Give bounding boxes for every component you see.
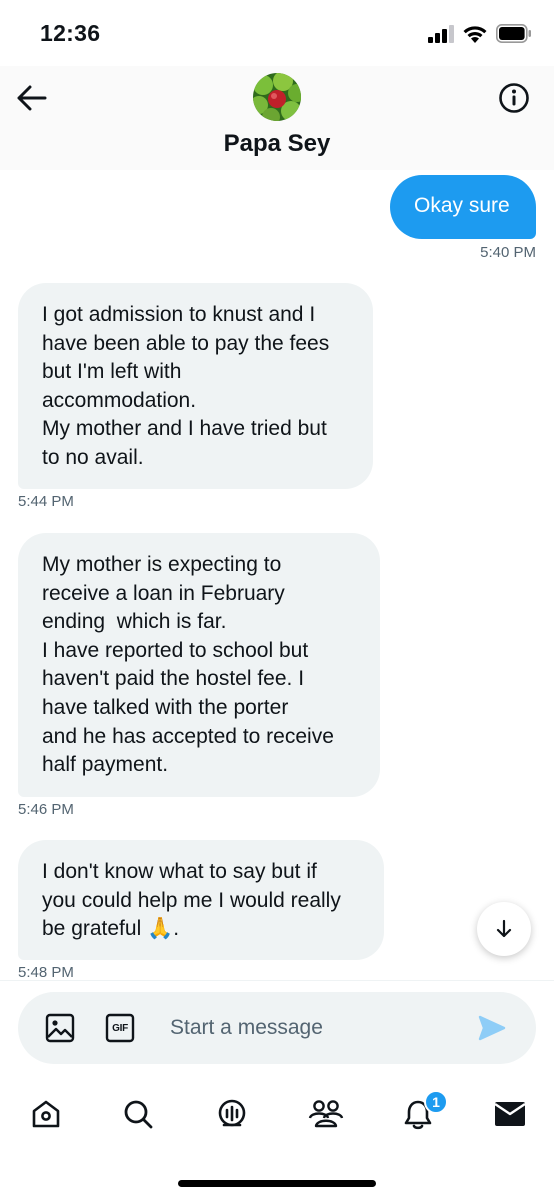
message-input[interactable] <box>170 1012 460 1044</box>
message-bubble-outgoing[interactable]: Okay sure <box>390 175 536 239</box>
message-timestamp: 5:44 PM <box>18 493 74 510</box>
cellular-signal-icon <box>428 24 454 48</box>
composer-divider <box>0 980 554 981</box>
bottom-navigation: 1 <box>0 1082 554 1146</box>
spaces-icon <box>218 1099 246 1127</box>
message-line: have been able to pay the fees <box>42 331 330 355</box>
image-button[interactable] <box>42 1010 78 1046</box>
message-line: but I'm left with <box>42 360 182 384</box>
scroll-to-bottom-button[interactable] <box>477 902 531 956</box>
conversation-header: Papa Sey <box>0 66 554 170</box>
message-line: My mother and I have tried but <box>42 417 327 441</box>
message-line: I have reported to school but <box>42 638 309 662</box>
communities-icon <box>308 1100 344 1128</box>
message-bubble-incoming[interactable]: My mother is expecting to receive a loan… <box>18 533 380 797</box>
send-icon <box>478 1015 506 1041</box>
message-line: to no avail. <box>42 445 144 469</box>
message-text: Okay sure <box>414 194 510 217</box>
avatar[interactable] <box>253 73 301 121</box>
contact-name[interactable]: Papa Sey <box>0 130 554 158</box>
home-icon <box>32 1100 60 1128</box>
info-button[interactable] <box>496 80 532 116</box>
back-arrow-icon <box>17 85 47 111</box>
message-line: I got admission to knust and I <box>42 303 316 326</box>
nav-search[interactable] <box>118 1094 158 1134</box>
message-line: receive a loan in February <box>42 581 285 605</box>
message-timestamp: 5:46 PM <box>18 801 74 818</box>
message-line: have talked with the porter <box>42 695 289 719</box>
message-line: and he has accepted to receive <box>42 724 334 748</box>
message-timestamp: 5:48 PM <box>18 964 74 981</box>
message-bubble-incoming[interactable]: I got admission to knust and I have been… <box>18 283 373 489</box>
message-line: I don't know what to say but if <box>42 860 317 883</box>
gif-label: GIF <box>112 1022 128 1034</box>
message-composer: GIF <box>18 992 536 1064</box>
back-button[interactable] <box>14 80 50 116</box>
message-bubble-incoming[interactable]: I don't know what to say but if you coul… <box>18 840 384 960</box>
status-bar: 12:36 <box>0 0 554 66</box>
gif-button[interactable]: GIF <box>102 1010 138 1046</box>
arrow-down-icon <box>496 919 512 938</box>
message-line: you could help me I would really <box>42 888 341 912</box>
message-timestamp: 5:40 PM <box>480 244 536 261</box>
message-line: haven't paid the hostel fee. I <box>42 667 305 691</box>
nav-messages[interactable] <box>490 1094 530 1134</box>
image-icon <box>45 1013 75 1043</box>
info-icon <box>499 83 529 113</box>
send-button[interactable] <box>474 1010 510 1046</box>
message-line: half payment. <box>42 753 169 777</box>
mail-icon <box>494 1102 526 1126</box>
status-time: 12:36 <box>40 20 101 46</box>
search-icon <box>124 1100 153 1129</box>
battery-icon <box>496 24 532 48</box>
nav-communities[interactable] <box>306 1094 346 1134</box>
message-line: My mother is expecting to <box>42 553 282 576</box>
message-line: ending which is far. <box>42 610 227 634</box>
wifi-icon <box>462 24 488 48</box>
message-line: be grateful 🙏. <box>42 917 180 941</box>
nav-home[interactable] <box>26 1094 66 1134</box>
home-indicator <box>178 1180 376 1187</box>
message-line: accommodation. <box>42 388 197 412</box>
status-icons <box>428 24 532 48</box>
notification-badge: 1 <box>424 1090 448 1114</box>
nav-spaces[interactable] <box>212 1094 252 1134</box>
